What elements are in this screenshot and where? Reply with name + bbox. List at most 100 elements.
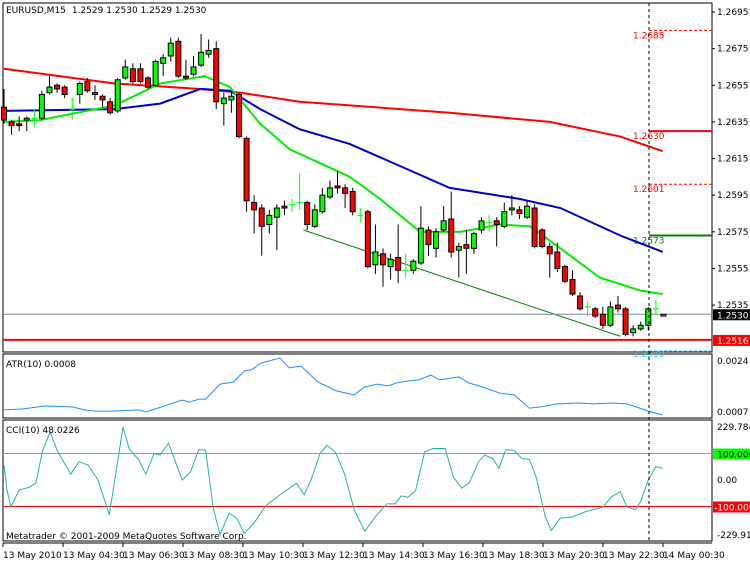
candle-body bbox=[493, 220, 500, 226]
cci-title: CCI(10) 48.0226 bbox=[6, 426, 80, 436]
candle-body bbox=[342, 187, 349, 194]
candle-body bbox=[334, 185, 341, 189]
time-tick-label: 13 May 16:30 bbox=[423, 551, 485, 561]
time-tick-label: 13 May 10:30 bbox=[243, 551, 305, 561]
cci-100-label: 100.000 bbox=[717, 451, 750, 461]
candle-body bbox=[122, 66, 129, 79]
candle-body bbox=[524, 205, 531, 218]
price-tick-label: 1.2575 bbox=[717, 228, 749, 238]
candle-body bbox=[630, 328, 637, 334]
candle-body bbox=[440, 220, 447, 231]
candle-body bbox=[311, 209, 318, 227]
price-tick-label: 1.2675 bbox=[717, 45, 749, 55]
candle-body bbox=[38, 93, 45, 119]
atr-tick-label: 0.0007 bbox=[717, 408, 749, 418]
time-tick-label: 14 May 00:30 bbox=[663, 551, 725, 561]
support-price-label: 1.2516 bbox=[717, 337, 749, 347]
candle-body bbox=[395, 256, 402, 271]
candle-body bbox=[607, 306, 614, 326]
candle-body bbox=[114, 79, 121, 112]
candle-body bbox=[622, 308, 629, 335]
candle-body bbox=[554, 251, 561, 269]
candle-body bbox=[137, 68, 144, 83]
time-axis: 13 May 2010 13 May 04:3013 May 06:3013 Ma… bbox=[2, 543, 725, 561]
time-tick-label: 13 May 08:30 bbox=[183, 551, 245, 561]
trading-chart[interactable]: 1.2695 1.2675 1.2655 1.2635 1.2615 1.2595 1.25… bbox=[0, 0, 750, 563]
candle-body bbox=[243, 137, 250, 202]
candle-body bbox=[546, 245, 553, 255]
candle-body bbox=[61, 86, 68, 95]
candle-body bbox=[319, 194, 326, 213]
cci-panel[interactable] bbox=[2, 419, 713, 542]
candle-body bbox=[637, 324, 644, 330]
candle-body bbox=[273, 207, 280, 218]
candle-body bbox=[599, 313, 606, 326]
main-panel[interactable] bbox=[2, 2, 713, 353]
candle-body bbox=[478, 220, 485, 231]
time-tick-label: 13 May 06:30 bbox=[123, 551, 185, 561]
candle-body bbox=[129, 68, 136, 83]
price-tick-label: 1.2635 bbox=[717, 118, 749, 128]
candle-body bbox=[16, 123, 23, 127]
candle-body bbox=[372, 251, 379, 266]
candle-body bbox=[455, 245, 462, 251]
candle-body bbox=[539, 229, 546, 247]
candle-body bbox=[508, 207, 515, 211]
candle-body bbox=[349, 191, 356, 213]
symbol-header: EURUSD,M15 1.2529 1.2530 1.2529 1.2530 bbox=[6, 6, 207, 16]
candle-body bbox=[258, 207, 265, 227]
time-tick-label: 13 May 20:30 bbox=[543, 551, 605, 561]
candle-body bbox=[425, 229, 432, 246]
candle-body bbox=[569, 278, 576, 295]
candle-body bbox=[205, 49, 212, 55]
candle-body bbox=[152, 60, 159, 86]
cci-tick-label: 229.7844 bbox=[717, 423, 750, 433]
candle-body bbox=[417, 227, 424, 264]
candle-body bbox=[561, 266, 568, 282]
price-tick-label: 1.2695 bbox=[717, 8, 749, 18]
candle-body bbox=[198, 51, 205, 66]
candle-body bbox=[190, 66, 197, 75]
candle-body bbox=[107, 101, 114, 114]
candle-body bbox=[23, 117, 30, 121]
atr-tick-label: 0.0024 bbox=[717, 357, 749, 367]
candle-body bbox=[99, 95, 106, 101]
candle-body bbox=[8, 121, 15, 127]
price-tick-label: 1.2655 bbox=[717, 81, 749, 91]
candle-body bbox=[213, 48, 220, 103]
price-tick-label: 1.2615 bbox=[717, 155, 749, 165]
candle-body bbox=[645, 308, 652, 326]
candle-body bbox=[182, 75, 189, 79]
candle-body bbox=[501, 211, 508, 227]
candle-body bbox=[54, 84, 61, 90]
candle-body bbox=[660, 313, 667, 317]
candle-body bbox=[364, 211, 371, 268]
candle-body bbox=[91, 92, 98, 95]
copyright-text: Metatrader © 2001-2009 MetaQuotes Softwa… bbox=[6, 532, 247, 542]
atr-panel[interactable] bbox=[2, 353, 713, 419]
candle-body bbox=[410, 260, 417, 271]
candle-body bbox=[614, 304, 621, 310]
candle-body bbox=[326, 187, 333, 198]
candle-body bbox=[235, 93, 242, 138]
candle-body bbox=[463, 244, 470, 249]
candle-body bbox=[175, 40, 182, 77]
candle-body bbox=[433, 231, 440, 249]
cci-tick-label: 0.00 bbox=[717, 476, 737, 486]
candle-body bbox=[251, 202, 258, 211]
candle-body bbox=[577, 295, 584, 310]
time-tick-label: 13 May 22:30 bbox=[603, 551, 665, 561]
time-tick-label: 13 May 2010 bbox=[3, 551, 62, 561]
time-tick-label: 13 May 18:30 bbox=[483, 551, 545, 561]
candle-body bbox=[516, 209, 523, 215]
candle-body bbox=[76, 82, 83, 95]
bid-price-label: 1.2530 bbox=[717, 311, 749, 321]
candle-body bbox=[448, 218, 455, 253]
candle-body bbox=[592, 308, 599, 317]
candle-body bbox=[531, 207, 538, 247]
time-tick-label: 13 May 12:30 bbox=[303, 551, 365, 561]
candle-body bbox=[228, 95, 235, 101]
candle-body bbox=[84, 81, 91, 92]
candle-body bbox=[387, 258, 394, 268]
time-tick-label: 13 May 14:30 bbox=[363, 551, 425, 561]
